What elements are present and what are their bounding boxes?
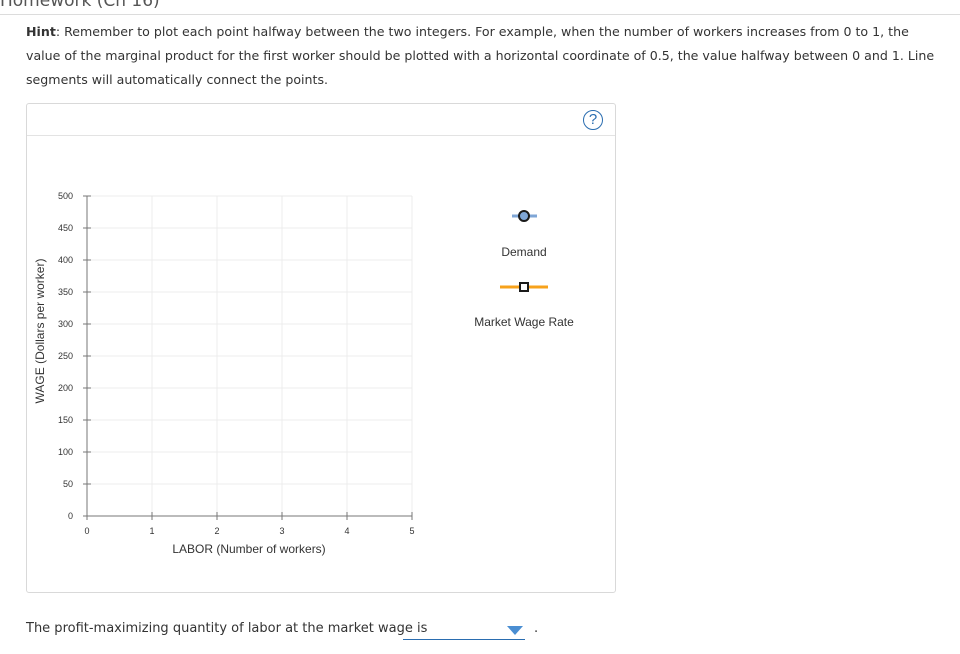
- y-axis-title: WAGE (Dollars per worker): [33, 259, 47, 404]
- x-tick-label: 0: [84, 526, 89, 536]
- hint-body: : Remember to plot each point halfway be…: [26, 24, 935, 87]
- legend-demand[interactable]: Demand: [501, 210, 547, 259]
- square-marker-icon[interactable]: [519, 282, 529, 292]
- x-tick-label: 2: [214, 526, 219, 536]
- chart-grid: [87, 195, 413, 516]
- y-tick-label: 100: [58, 447, 73, 457]
- chart-svg[interactable]: 0 1 2 3 4 5050100150200250300350400450500 WAG…: [27, 104, 615, 592]
- y-tick-label: 0: [68, 511, 73, 521]
- x-axis-title: LABOR (Number of workers): [172, 542, 325, 556]
- x-tick-label: 4: [344, 526, 349, 536]
- y-tick-label: 300: [58, 319, 73, 329]
- graph-panel: ? 0 1 2 3 4 5 0 50 100 150 200 250 300 350 400 450 500 W…: [26, 103, 616, 593]
- labor-quantity-dropdown[interactable]: [403, 620, 525, 640]
- y-tick-label: 450: [58, 223, 73, 233]
- question-text: The profit-maximizing quantity of labor …: [26, 621, 428, 636]
- circle-marker-icon[interactable]: [518, 210, 530, 222]
- x-tick-label: 5: [409, 526, 414, 536]
- legend-demand-label: Demand: [501, 245, 546, 259]
- x-tick-label: 3: [279, 526, 284, 536]
- legend-market-wage[interactable]: Market Wage Rate: [474, 282, 574, 329]
- y-tick-label: 400: [58, 255, 73, 265]
- chevron-down-icon[interactable]: [507, 626, 523, 635]
- page-title: Homework (Ch 16): [0, 0, 160, 11]
- y-tick-label: 200: [58, 383, 73, 393]
- y-tick-label: 50: [63, 479, 73, 489]
- y-tick-label: 350: [58, 287, 73, 297]
- sentence-period: .: [534, 621, 539, 636]
- y-tick-label: 150: [58, 415, 73, 425]
- hint-label: Hint: [26, 24, 56, 39]
- y-tick-label: 500: [58, 191, 73, 201]
- x-tick-label: 1: [149, 526, 154, 536]
- legend-market-wage-label: Market Wage Rate: [474, 315, 574, 329]
- hint-text: Hint: Remember to plot each point halfwa…: [26, 20, 938, 92]
- header-divider: [0, 14, 960, 15]
- y-tick-label: 250: [58, 351, 73, 361]
